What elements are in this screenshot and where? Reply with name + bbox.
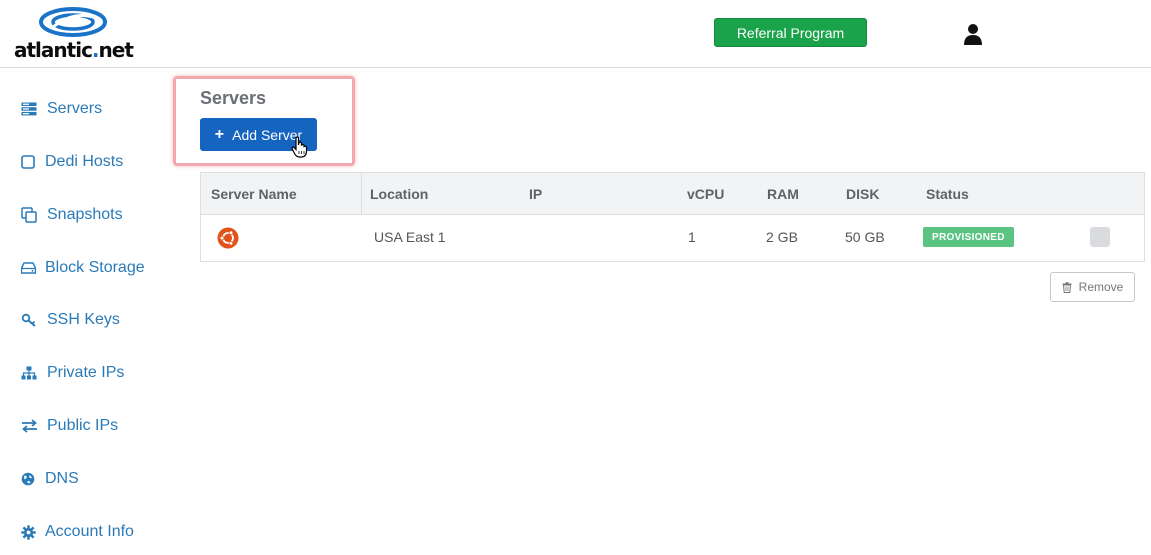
sidebar-item-snapshots[interactable]: Snapshots — [20, 200, 123, 230]
sitemap-icon — [20, 364, 38, 382]
sidebar-item-label: Servers — [47, 100, 103, 117]
sidebar-item-label: SSH Keys — [47, 311, 120, 328]
atlantic-logo[interactable]: atlantic.net — [14, 6, 138, 62]
sidebar-item-label: DNS — [45, 470, 79, 487]
cell-vcpu: 1 — [688, 229, 696, 245]
remove-button[interactable]: Remove — [1050, 272, 1135, 302]
remove-label: Remove — [1078, 280, 1124, 294]
sidebar-item-label: Block Storage — [45, 259, 145, 276]
status-badge: PROVISIONED — [923, 227, 1014, 247]
top-header: atlantic.net Referral Program — [0, 0, 1151, 68]
sidebar-item-label: Account Info — [45, 523, 134, 540]
sidebar: Servers Dedi Hosts Snapshots Block Stora… — [0, 68, 170, 555]
globe-icon — [20, 470, 36, 488]
header-divider — [361, 173, 362, 215]
drive-icon — [20, 259, 36, 277]
page-title: Servers — [200, 88, 267, 108]
cell-ram: 2 GB — [766, 229, 798, 245]
sidebar-item-public-ips[interactable]: Public IPs — [20, 411, 118, 441]
column-location[interactable]: Location — [370, 186, 428, 202]
sidebar-item-label: Dedi Hosts — [45, 153, 124, 170]
column-status[interactable]: Status — [926, 186, 969, 202]
copy-icon — [20, 206, 38, 224]
sidebar-item-dedi-hosts[interactable]: Dedi Hosts — [20, 147, 123, 177]
user-icon[interactable] — [961, 22, 985, 46]
table-header: Server Name Location IP vCPU RAM DISK St… — [201, 173, 1144, 215]
sidebar-item-account-info[interactable]: Account Info — [20, 517, 134, 547]
trash-icon — [1062, 281, 1072, 293]
sidebar-item-block-storage[interactable]: Block Storage — [20, 253, 145, 283]
referral-program-button[interactable]: Referral Program — [714, 18, 867, 47]
sidebar-item-label: Private IPs — [47, 364, 125, 381]
sidebar-item-label: Snapshots — [47, 206, 123, 223]
cell-location: USA East 1 — [374, 229, 446, 245]
row-select-checkbox[interactable] — [1090, 227, 1110, 247]
logo-wordmark: atlantic.net — [14, 38, 134, 62]
cell-disk: 50 GB — [845, 229, 885, 245]
gear-icon — [20, 523, 36, 541]
square-icon — [20, 153, 35, 171]
key-icon — [20, 311, 38, 329]
server-icon — [20, 100, 38, 118]
sidebar-item-ssh-keys[interactable]: SSH Keys — [20, 305, 120, 335]
sidebar-item-servers[interactable]: Servers — [20, 94, 102, 124]
exchange-icon — [20, 417, 38, 435]
column-ip[interactable]: IP — [529, 186, 542, 202]
column-ram[interactable]: RAM — [767, 186, 799, 202]
servers-table: Server Name Location IP vCPU RAM DISK St… — [200, 172, 1145, 262]
sidebar-item-label: Public IPs — [47, 417, 119, 434]
ubuntu-icon — [217, 227, 239, 249]
sidebar-item-dns[interactable]: DNS — [20, 464, 79, 494]
column-disk[interactable]: DISK — [846, 186, 879, 202]
hand-cursor-icon — [291, 136, 309, 158]
logo-swirl-icon — [39, 7, 107, 37]
sidebar-item-private-ips[interactable]: Private IPs — [20, 358, 124, 388]
plus-icon: + — [214, 125, 225, 143]
table-row[interactable]: USA East 1 1 2 GB 50 GB PROVISIONED — [201, 215, 1144, 261]
column-vcpu[interactable]: vCPU — [687, 186, 724, 202]
column-server-name[interactable]: Server Name — [211, 186, 297, 202]
